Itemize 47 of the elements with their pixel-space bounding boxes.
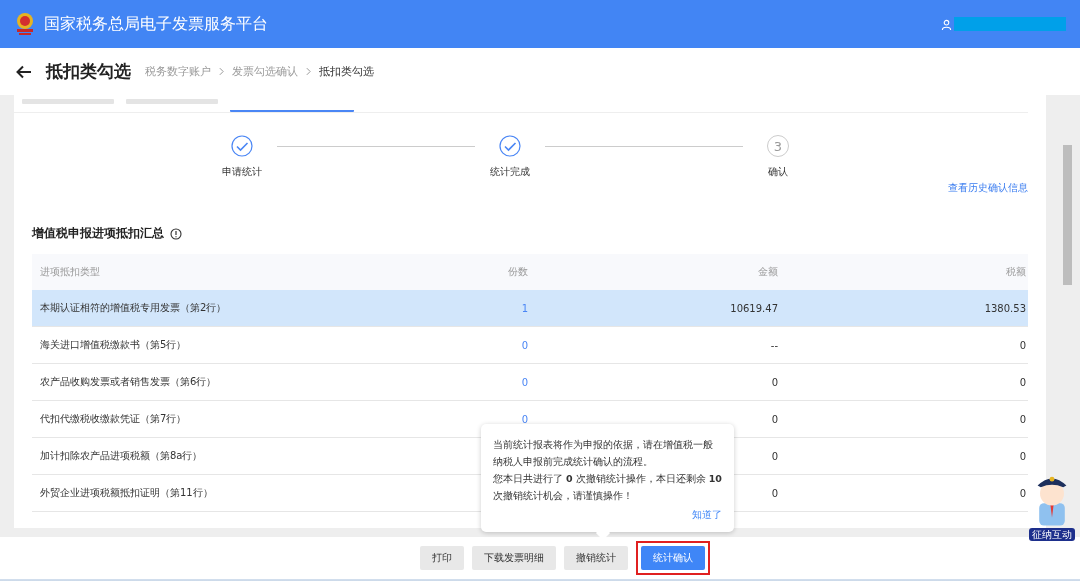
table-cell: 加计扣除农产品进项税额（第8a行）: [40, 450, 203, 461]
history-link[interactable]: 查看历史确认信息: [948, 181, 1028, 195]
app-title: 国家税务总局电子发票服务平台: [44, 13, 268, 35]
column-header: 金额: [757, 265, 778, 279]
section-title: 增值税申报进项抵扣汇总: [32, 225, 164, 242]
column-header: 份数: [507, 265, 528, 279]
table-cell: 0: [1019, 450, 1026, 462]
tooltip-text: 您本日共进行了 0 次撤销统计操作，本日还剩余 10 次撤销统计机会，请谨慎操作！: [493, 472, 722, 503]
table-cell: 0: [771, 487, 778, 499]
step-label: 统计完成: [490, 165, 530, 179]
back-arrow-icon[interactable]: [16, 64, 32, 79]
table-cell: 0: [1019, 339, 1026, 351]
table-cell: 0: [1019, 413, 1026, 425]
action-button[interactable]: 撤销统计: [564, 546, 628, 570]
step-label: 确认: [768, 165, 788, 179]
column-header: 税额: [1005, 265, 1026, 279]
chevron-icon: [306, 67, 311, 76]
confirm-button[interactable]: 统计确认: [641, 546, 705, 570]
table-cell: 0: [771, 376, 778, 388]
table-row[interactable]: 本期认证相符的增值税专用发票（第2行） 1 10619.47 1380.53: [32, 290, 1028, 327]
table-cell: 代扣代缴税收缴款凭证（第7行）: [40, 413, 187, 424]
action-button[interactable]: 下载发票明细: [472, 546, 556, 570]
info-icon[interactable]: [170, 227, 182, 240]
table-cell: 10619.47: [730, 302, 778, 314]
mascot-badge[interactable]: 征纳互动: [1029, 528, 1075, 541]
table-cell: 1380.53: [984, 302, 1026, 314]
count-link[interactable]: 0: [521, 413, 528, 425]
scrollbar-thumb[interactable]: [1063, 145, 1072, 285]
table-cell: 0: [1019, 487, 1026, 499]
count-link[interactable]: 0: [521, 376, 528, 388]
table-cell: --: [770, 339, 778, 351]
page-title: 抵扣类勾选: [46, 60, 131, 83]
step-label: 申请统计: [222, 165, 262, 179]
breadcrumb-item: 抵扣类勾选: [319, 64, 374, 79]
table-cell: 0: [771, 413, 778, 425]
table-cell: 外贸企业进项税额抵扣证明（第11行）: [40, 487, 213, 498]
user-icon: [941, 18, 952, 30]
table-cell: 农产品收购发票或者销售发票（第6行）: [40, 376, 217, 387]
table-cell: 海关进口增值税缴款书（第5行）: [40, 339, 187, 350]
table-cell: 0: [771, 450, 778, 462]
column-header: 进项抵扣类型: [39, 265, 101, 279]
table-cell: 本期认证相符的增值税专用发票（第2行）: [40, 302, 227, 313]
action-button[interactable]: 打印: [420, 546, 464, 570]
table-cell: 0: [1019, 376, 1026, 388]
chevron-icon: [219, 67, 224, 76]
tooltip-text: 当前统计报表将作为申报的依据，请在增值税一般纳税人申报前完成统计确认的流程。: [493, 438, 714, 469]
count-link[interactable]: 0: [521, 339, 528, 351]
